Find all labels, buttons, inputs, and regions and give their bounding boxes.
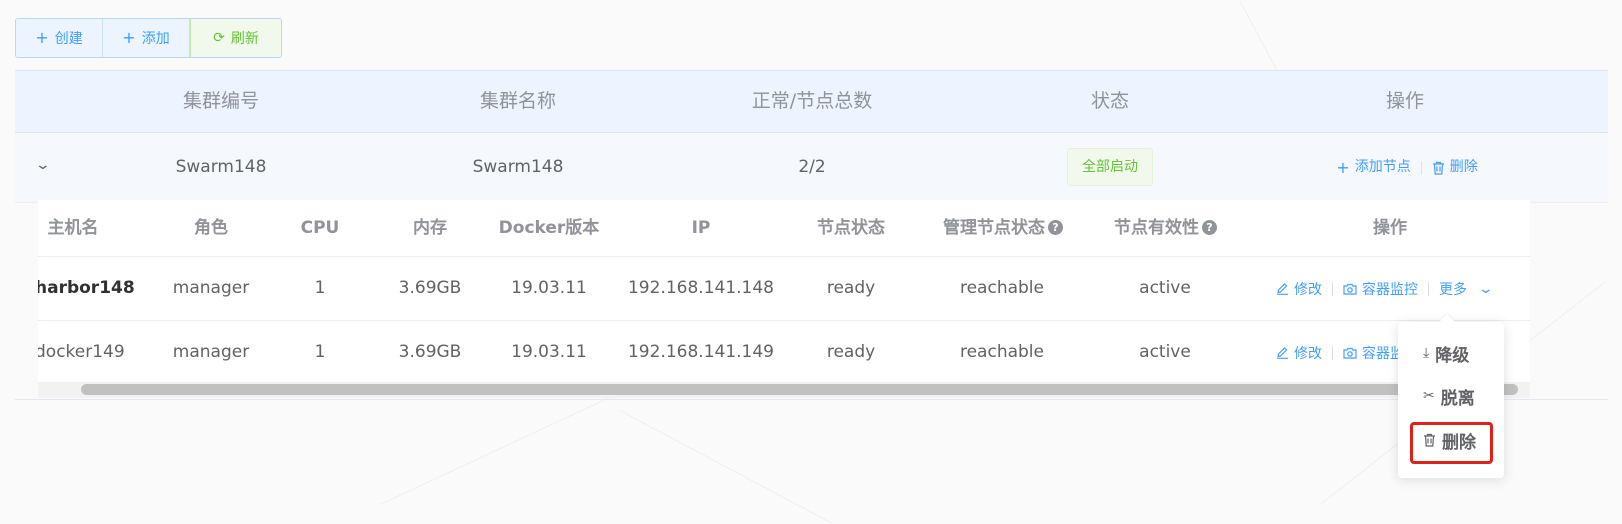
header-status: 状态 [1090,90,1129,112]
cpu: 1 [314,342,326,362]
divider [1420,160,1422,175]
menu-item-demote[interactable]: ⤓ 降级 [1398,333,1504,373]
header-node-actions: 操作 [1373,218,1407,238]
ip-address: 192.168.141.148 [627,278,774,298]
download-icon: ⤓ [1423,345,1430,361]
header-docker-version: Docker版本 [498,218,600,238]
create-label: 创建 [54,31,83,47]
manager-state: reachable [959,342,1044,362]
header-cluster-id: 集群编号 [182,90,259,112]
delete-cluster-link[interactable]: 删除 [1432,133,1478,202]
node-count: 2/2 [798,157,826,177]
divider [1428,281,1429,296]
add-node-link[interactable]: + 添加节点 [1336,133,1410,202]
node-state: ready [826,278,876,298]
more-dropdown-trigger[interactable]: 更多 ⌄ [1439,279,1495,299]
header-cluster-name: 集群名称 [479,90,556,112]
hostname: docker149 [38,342,125,362]
create-button[interactable]: + 创建 [16,19,103,57]
scrollbar-thumb[interactable] [81,384,1518,395]
add-label: 添加 [141,31,170,47]
header-manager-state: 管理节点状态? [933,200,1073,256]
menu-item-demote-label: 降级 [1435,345,1470,366]
edit-label: 修改 [1294,345,1322,362]
docker-version: 19.03.11 [511,342,587,362]
container-monitor-label: 容器监控 [1362,281,1418,298]
pencil-icon [1277,347,1288,359]
cluster-row: ⌄ Swarm148 Swarm148 2/2 全部启动 + 添加节点 删除 [15,133,1608,203]
status-cell: 全部启动 [1010,133,1210,202]
menu-item-detach[interactable]: ✂ 脱离 [1398,376,1504,416]
more-label: 更多 [1439,281,1467,298]
chevron-down-icon[interactable]: ⌄ [35,157,51,173]
cluster-table-header: 集群编号 集群名称 正常/节点总数 状态 操作 [15,70,1608,133]
plus-icon: + [1336,158,1350,177]
question-icon[interactable]: ? [1202,220,1217,235]
cpu: 1 [314,278,326,298]
cluster-id: Swarm148 [175,157,267,177]
role: manager [172,278,250,298]
divider [1332,345,1333,360]
node-actions: 修改 容器监控 [1276,321,1418,384]
refresh-label: 刷新 [230,31,259,47]
menu-item-detach-label: 脱离 [1440,388,1475,409]
availability: active [1139,342,1191,362]
cluster-name: Swarm148 [472,157,564,177]
header-node-count: 正常/节点总数 [751,90,873,112]
header-role: 角色 [194,218,228,238]
header-node-state: 节点状态 [817,218,885,238]
header-hostname: 主机名 [47,218,99,238]
edit-link[interactable]: 修改 [1276,343,1322,363]
refresh-button[interactable]: ⟳ 刷新 [190,19,281,57]
node-table: 主机名 角色 CPU 内存 Docker版本 IP 节点状态 管理节点状态? 节… [38,200,1530,398]
edit-link[interactable]: 修改 [1276,279,1322,299]
add-node-label: 添加节点 [1354,159,1411,175]
trash-icon [1432,161,1444,175]
manager-state: reachable [959,278,1044,298]
status-badge: 全部启动 [1067,148,1153,186]
header-availability: 节点有效性? [1103,200,1228,256]
header-ip: IP [691,218,711,238]
scissors-icon: ✂ [1423,388,1435,404]
toolbar: + 创建 + 添加 ⟳ 刷新 [15,18,282,58]
plus-icon: + [122,28,136,47]
cluster-actions: + 添加节点 删除 [1282,133,1532,202]
header-availability-label: 节点有效性 [1114,218,1199,238]
node-table-header: 主机名 角色 CPU 内存 Docker版本 IP 节点状态 管理节点状态? 节… [38,200,1530,257]
chevron-down-icon: ⌄ [1477,280,1495,297]
horizontal-scrollbar[interactable] [38,382,1530,398]
hostname: harbor148 [38,278,135,298]
role: manager [172,342,250,362]
divider [15,399,1608,400]
add-button[interactable]: + 添加 [103,19,190,57]
ip-address: 192.168.141.149 [627,342,774,362]
refresh-icon: ⟳ [213,30,225,46]
pencil-icon [1277,283,1288,295]
highlight-box [1410,422,1493,464]
header-actions: 操作 [1385,90,1424,112]
divider [1332,281,1333,296]
node-state: ready [826,342,876,362]
header-memory: 内存 [413,218,447,238]
camera-icon [1343,347,1357,359]
header-manager-state-label: 管理节点状态 [943,218,1045,238]
camera-icon [1343,283,1357,295]
question-icon[interactable]: ? [1048,220,1063,235]
node-actions: 修改 容器监控 更多 ⌄ [1276,257,1495,320]
memory: 3.69GB [398,278,462,298]
availability: active [1139,278,1191,298]
memory: 3.69GB [398,342,462,362]
plus-icon: + [35,28,49,47]
delete-cluster-label: 删除 [1449,159,1478,175]
header-cpu: CPU [300,218,340,238]
edit-label: 修改 [1294,281,1322,298]
cluster-table: 集群编号 集群名称 正常/节点总数 状态 操作 ⌄ Swarm148 Swarm… [15,70,1608,203]
table-row: docker149 manager 1 3.69GB 19.03.11 192.… [38,321,1530,385]
table-row: harbor148 manager 1 3.69GB 19.03.11 192.… [38,257,1530,321]
container-monitor-link[interactable]: 容器监控 [1343,279,1418,299]
docker-version: 19.03.11 [511,278,587,298]
